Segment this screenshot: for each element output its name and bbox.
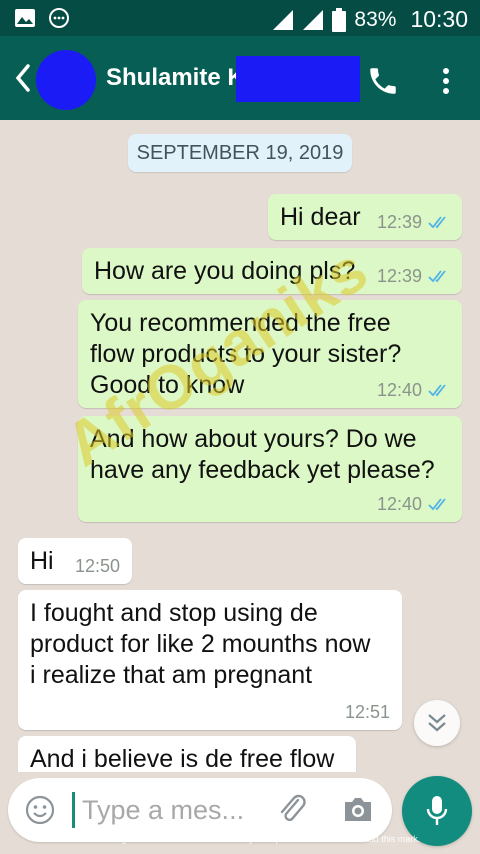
contact-name[interactable]: Shulamite K bbox=[106, 64, 245, 92]
message-incoming[interactable]: And i believe is de free flow bbox=[18, 736, 356, 772]
attach-icon[interactable] bbox=[276, 792, 310, 828]
message-time: 12:50 bbox=[74, 556, 120, 576]
battery-icon bbox=[332, 7, 347, 32]
signal-icon bbox=[273, 9, 294, 30]
camera-icon[interactable] bbox=[342, 794, 374, 824]
status-bar: 83% 10:30 bbox=[0, 0, 480, 36]
composer bbox=[8, 778, 392, 842]
watermark-note: Processed using the free version of Wate… bbox=[59, 834, 421, 844]
double-check-icon bbox=[428, 384, 446, 397]
message-time: 12:39 bbox=[376, 266, 422, 286]
message-line: And how about yours? Do we bbox=[90, 425, 417, 453]
message-time: 12:40 bbox=[376, 494, 422, 514]
more-vert-icon[interactable] bbox=[440, 66, 452, 96]
date-chip: SEPTEMBER 19, 2019 bbox=[128, 134, 352, 172]
clock: 10:30 bbox=[410, 6, 468, 32]
chat-bubble-icon bbox=[49, 8, 69, 28]
message-time: 12:40 bbox=[376, 380, 422, 400]
message-text: You recommended the free flow products t… bbox=[90, 308, 401, 401]
chat-header: Shulamite K bbox=[0, 36, 480, 120]
message-incoming[interactable]: Hi 12:50 bbox=[18, 538, 132, 584]
image-icon bbox=[15, 9, 35, 27]
conversation[interactable]: SEPTEMBER 19, 2019 Hi dear 12:39 How are… bbox=[0, 120, 480, 772]
message-outgoing[interactable]: Hi dear 12:39 bbox=[268, 194, 462, 240]
chevron-double-down-icon bbox=[428, 714, 446, 732]
message-line: product for like 2 mounths now bbox=[30, 630, 371, 658]
message-line: You recommended the free bbox=[90, 309, 391, 337]
message-text: And i believe is de free flow bbox=[30, 745, 335, 772]
phone-icon[interactable] bbox=[366, 64, 400, 98]
scroll-to-bottom-button[interactable] bbox=[414, 700, 460, 746]
message-text: How are you doing pls? bbox=[94, 257, 356, 285]
emoji-icon[interactable] bbox=[24, 794, 56, 826]
signal-icon bbox=[303, 9, 324, 30]
message-incoming[interactable]: I fought and stop using de product for l… bbox=[18, 590, 402, 730]
message-text: And how about yours? Do we have any feed… bbox=[90, 424, 435, 486]
back-arrow-icon[interactable] bbox=[12, 62, 34, 94]
message-outgoing[interactable]: And how about yours? Do we have any feed… bbox=[78, 416, 462, 522]
message-time: 12:39 bbox=[376, 212, 422, 232]
redaction-block bbox=[236, 56, 360, 102]
message-text: Hi bbox=[30, 547, 54, 575]
double-check-icon bbox=[428, 270, 446, 283]
message-line: i realize that am pregnant bbox=[30, 661, 313, 689]
message-line: I fought and stop using de bbox=[30, 599, 318, 627]
message-input[interactable] bbox=[82, 790, 266, 830]
message-outgoing[interactable]: You recommended the free flow products t… bbox=[78, 300, 462, 408]
message-line: have any feedback yet please? bbox=[90, 456, 435, 484]
message-line: Good to know bbox=[90, 371, 245, 399]
battery-percent: 83% bbox=[354, 7, 397, 31]
message-outgoing[interactable]: How are you doing pls? 12:39 bbox=[82, 248, 462, 294]
message-text: Hi dear bbox=[280, 203, 361, 231]
message-time: 12:51 bbox=[344, 702, 390, 722]
mic-icon bbox=[426, 796, 448, 825]
double-check-icon bbox=[428, 498, 446, 511]
message-line: flow products to your sister? bbox=[90, 340, 402, 368]
message-text: I fought and stop using de product for l… bbox=[30, 598, 370, 691]
text-cursor bbox=[72, 792, 75, 828]
double-check-icon bbox=[428, 216, 446, 229]
avatar[interactable] bbox=[36, 50, 96, 110]
